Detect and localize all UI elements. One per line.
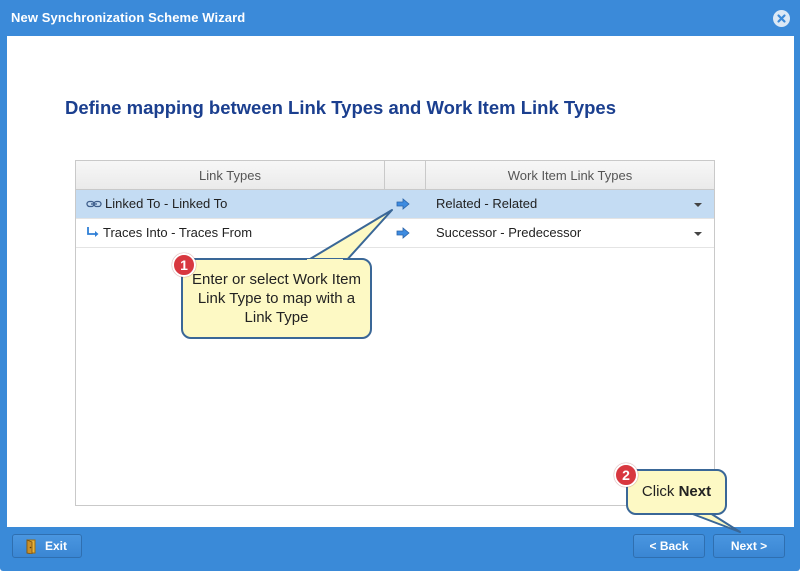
mapping-arrow-icon xyxy=(396,227,410,239)
callout-prefix: Click xyxy=(641,483,675,500)
close-icon xyxy=(777,14,786,23)
close-button[interactable] xyxy=(773,10,790,27)
table-row[interactable]: Traces Into - Traces From Successor - Pr… xyxy=(76,219,714,248)
work-item-link-type-value[interactable]: Related - Related xyxy=(436,190,537,218)
table-row[interactable]: Linked To - Linked To Related - Related xyxy=(76,190,714,219)
exit-label: Exit xyxy=(45,539,68,553)
link-type-cell: Traces Into - Traces From xyxy=(86,219,252,247)
column-header-arrow xyxy=(385,161,426,190)
title-bar: New Synchronization Scheme Wizard xyxy=(0,0,800,36)
column-header-work-item-link-types[interactable]: Work Item Link Types xyxy=(426,161,714,190)
step-badge: 1 xyxy=(172,253,196,277)
step-badge: 2 xyxy=(614,463,638,487)
door-exit-icon xyxy=(26,539,36,554)
turn-right-arrow-icon xyxy=(86,220,100,248)
link-type-label: Linked To - Linked To xyxy=(105,196,228,211)
exit-button[interactable]: Exit xyxy=(12,534,82,558)
chevron-down-icon[interactable] xyxy=(694,203,702,207)
tooltip-callout-map: Enter or select Work Item Link Type to m… xyxy=(181,258,372,339)
back-button[interactable]: < Back xyxy=(633,534,705,558)
mapping-arrow-icon xyxy=(396,198,410,210)
callout-bold: Next xyxy=(678,483,712,500)
chain-link-icon xyxy=(86,191,102,219)
callout-text: Enter or select Work Item Link Type to m… xyxy=(192,271,361,326)
page-title: Define mapping between Link Types and Wo… xyxy=(65,97,616,118)
next-button[interactable]: Next > xyxy=(713,534,785,558)
wizard-window: New Synchronization Scheme Wizard Define… xyxy=(0,0,800,571)
grid-header: Link Types Work Item Link Types xyxy=(76,161,714,190)
chevron-down-icon[interactable] xyxy=(694,232,702,236)
link-type-cell: Linked To - Linked To xyxy=(86,190,227,218)
wizard-content: Define mapping between Link Types and Wo… xyxy=(7,36,794,527)
window-title: New Synchronization Scheme Wizard xyxy=(11,10,246,25)
link-type-label: Traces Into - Traces From xyxy=(103,225,253,240)
tooltip-callout-next: Click Next xyxy=(626,469,727,515)
column-header-link-types[interactable]: Link Types xyxy=(76,161,385,190)
mapping-grid: Link Types Work Item Link Types Linked T… xyxy=(75,160,715,506)
work-item-link-type-value[interactable]: Successor - Predecessor xyxy=(436,219,581,247)
